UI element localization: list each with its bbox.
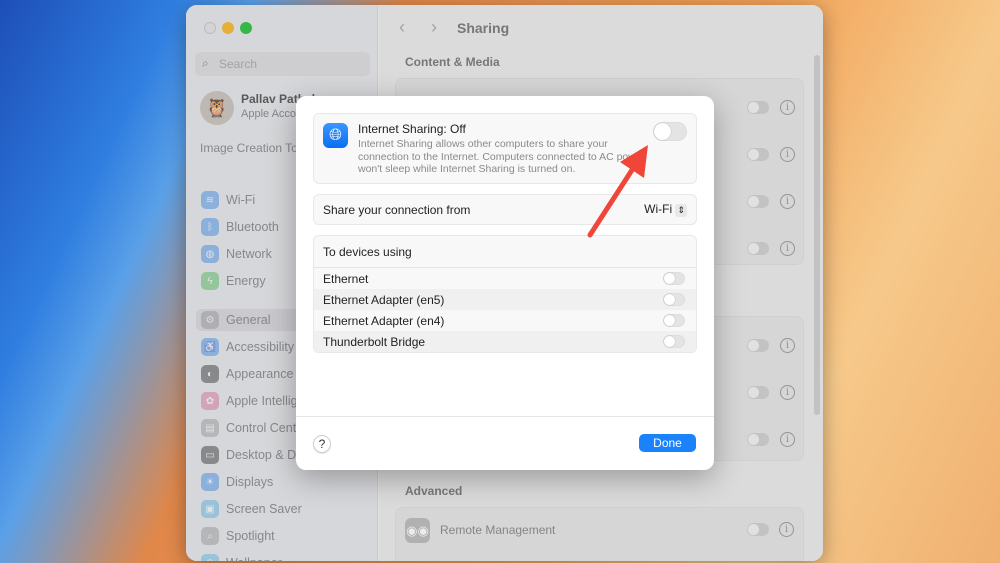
- device-label: Ethernet Adapter (en5): [323, 293, 445, 307]
- device-row: Ethernet Adapter (en5): [314, 289, 696, 310]
- internet-sharing-toggle[interactable]: [653, 122, 687, 141]
- internet-sharing-title: Internet Sharing: Off: [358, 122, 466, 136]
- devices-list: To devices using Ethernet Ethernet Adapte…: [313, 235, 697, 353]
- chevron-updown-icon: ⇕: [675, 204, 687, 217]
- devices-header: To devices using: [323, 245, 412, 259]
- red-arrow-annotation: [587, 145, 648, 238]
- device-label: Ethernet: [323, 272, 369, 286]
- device-row: Thunderbolt Bridge: [314, 331, 696, 352]
- share-from-label: Share your connection from: [323, 203, 471, 217]
- device-toggle[interactable]: [663, 314, 685, 327]
- device-toggle[interactable]: [663, 335, 685, 348]
- device-label: Thunderbolt Bridge: [323, 335, 426, 349]
- globe-icon: 🌐︎: [323, 123, 348, 148]
- device-toggle[interactable]: [663, 272, 685, 285]
- help-button[interactable]: ?: [313, 435, 331, 453]
- device-row: Ethernet Adapter (en4): [314, 310, 696, 331]
- device-toggle[interactable]: [663, 293, 685, 306]
- device-label: Ethernet Adapter (en4): [323, 314, 445, 328]
- done-button[interactable]: Done: [639, 434, 696, 452]
- device-row: Ethernet: [314, 268, 696, 289]
